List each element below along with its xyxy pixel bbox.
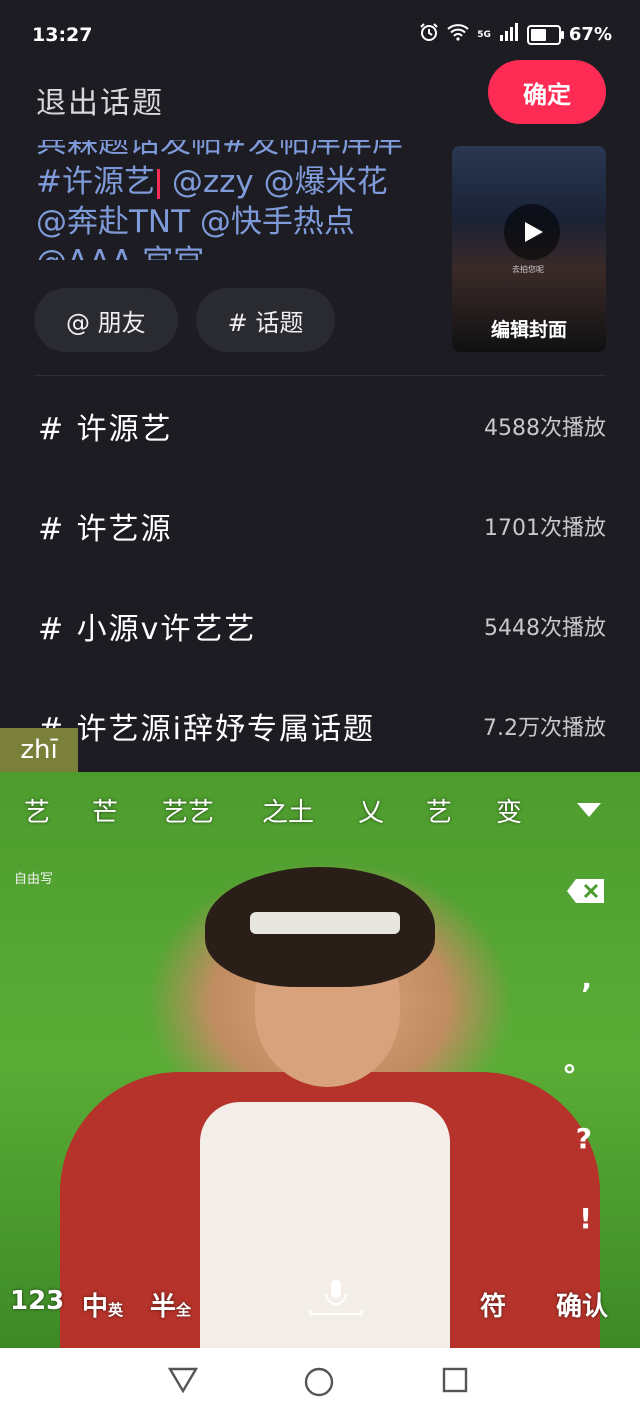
enter-key[interactable]: 确认 — [556, 1286, 608, 1323]
exit-topic-button[interactable]: 退出话题 — [36, 78, 164, 122]
candidate-word[interactable]: 艺 — [426, 792, 452, 829]
confirm-button[interactable]: 确定 — [488, 60, 606, 124]
candidate-word[interactable]: 芒 — [92, 792, 118, 829]
full-width-label: 全 — [176, 1301, 192, 1319]
battery-icon — [526, 24, 564, 45]
microphone-icon[interactable] — [308, 1276, 364, 1316]
half-width-key[interactable]: 半全 — [150, 1286, 191, 1323]
comma-key[interactable]: , — [581, 962, 592, 995]
signal-icon — [499, 23, 519, 46]
network-type: 5G — [477, 29, 491, 40]
question-key[interactable]: ? — [576, 1122, 592, 1155]
list-item[interactable]: # 许源艺 4588次播放 — [0, 376, 640, 476]
back-icon[interactable] — [167, 1367, 199, 1397]
numbers-key[interactable]: 123 — [10, 1286, 64, 1316]
english-mode-label: 英 — [108, 1301, 124, 1319]
home-icon[interactable] — [304, 1367, 334, 1401]
navigation-bar — [0, 1348, 640, 1415]
candidate-word[interactable]: 艺 — [24, 792, 50, 829]
period-key[interactable]: 。 — [564, 1040, 592, 1080]
caption-line: 宾森题话发帖#发帖岸岸岸 — [36, 140, 403, 160]
status-icons: 5G 67% — [419, 22, 612, 47]
caption-text: @zzy @爆米花 — [161, 164, 388, 200]
edit-cover-button[interactable]: 编辑封面 — [452, 315, 606, 342]
header: 退出话题 确定 — [0, 60, 640, 130]
list-item[interactable]: # 许艺源 1701次播放 — [0, 476, 640, 576]
candidate-word[interactable]: 乂 — [358, 792, 384, 829]
mention-chips: @ 朋友 # 话题 — [34, 288, 336, 352]
cover-caption: 去拍您呢 — [512, 265, 544, 274]
topic-name: # 小源v许艺艺 — [38, 612, 257, 647]
mention-friend-button[interactable]: @ 朋友 — [34, 288, 178, 352]
collapse-keyboard-icon[interactable] — [576, 802, 602, 822]
text-cursor — [156, 168, 160, 199]
list-item[interactable]: # 小源v许艺艺 5448次播放 — [0, 576, 640, 676]
alarm-icon — [419, 22, 439, 47]
play-icon[interactable] — [504, 204, 560, 260]
topic-name: # 许艺源i辞妤专属话题 — [38, 712, 376, 747]
caption-line: @AAA 官官 — [36, 242, 436, 260]
ime-pinyin-composition: zhī — [0, 728, 78, 772]
wifi-icon — [447, 23, 469, 46]
topic-plays: 4588次播放 — [484, 416, 606, 441]
caption-text: #许源艺 — [36, 164, 155, 200]
symbols-key[interactable]: 符 — [480, 1286, 506, 1323]
topic-name: # 许艺源 — [38, 512, 173, 547]
topic-plays: 5448次播放 — [484, 616, 606, 641]
candidate-word[interactable]: 之土 — [262, 792, 314, 829]
caption-editor[interactable]: 宾森题话发帖#发帖岸岸岸 #许源艺 @zzy @爆米花 @奔赴TNT @快手热点… — [36, 140, 436, 260]
list-item[interactable]: # 许艺源i辞妤专属话题 7.2万次播放 — [0, 676, 640, 776]
free-writing-label[interactable]: 自由写 — [14, 868, 53, 887]
recents-icon[interactable] — [442, 1367, 468, 1397]
candidate-bar: 艺 芒 艺艺 之土 乂 艺 变 — [0, 792, 640, 832]
chinese-mode-key[interactable]: 中英 — [82, 1286, 123, 1323]
candidate-word[interactable]: 艺艺 — [162, 792, 214, 829]
topic-plays: 1701次播放 — [484, 516, 606, 541]
topic-list: # 许源艺 4588次播放 # 许艺源 1701次播放 # 小源v许艺艺 544… — [0, 376, 640, 776]
ime-keyboard[interactable]: 艺 芒 艺艺 之土 乂 艺 变 自由写 , 。 ? ! 123 中英 半全 符 … — [0, 772, 640, 1348]
battery-percent: 67% — [568, 24, 612, 45]
add-topic-button[interactable]: # 话题 — [195, 288, 336, 352]
half-width-label: 半 — [150, 1292, 177, 1322]
chinese-mode-label: 中 — [82, 1292, 109, 1322]
caption-line: #许源艺 @zzy @爆米花 — [36, 162, 436, 202]
exclamation-key[interactable]: ! — [579, 1202, 592, 1235]
keyboard-background-headband — [250, 912, 400, 934]
topic-name: # 许源艺 — [38, 412, 173, 447]
topic-plays: 7.2万次播放 — [483, 716, 606, 741]
backspace-icon[interactable] — [566, 878, 606, 904]
caption-line: @奔赴TNT @快手热点 — [36, 204, 355, 240]
candidate-word[interactable]: 变 — [496, 792, 522, 829]
status-time: 13:27 — [32, 24, 93, 46]
keyboard-bottom-row: 123 中英 半全 符 确认 — [0, 1280, 640, 1326]
video-cover[interactable]: 去拍您呢 编辑封面 — [452, 146, 606, 352]
